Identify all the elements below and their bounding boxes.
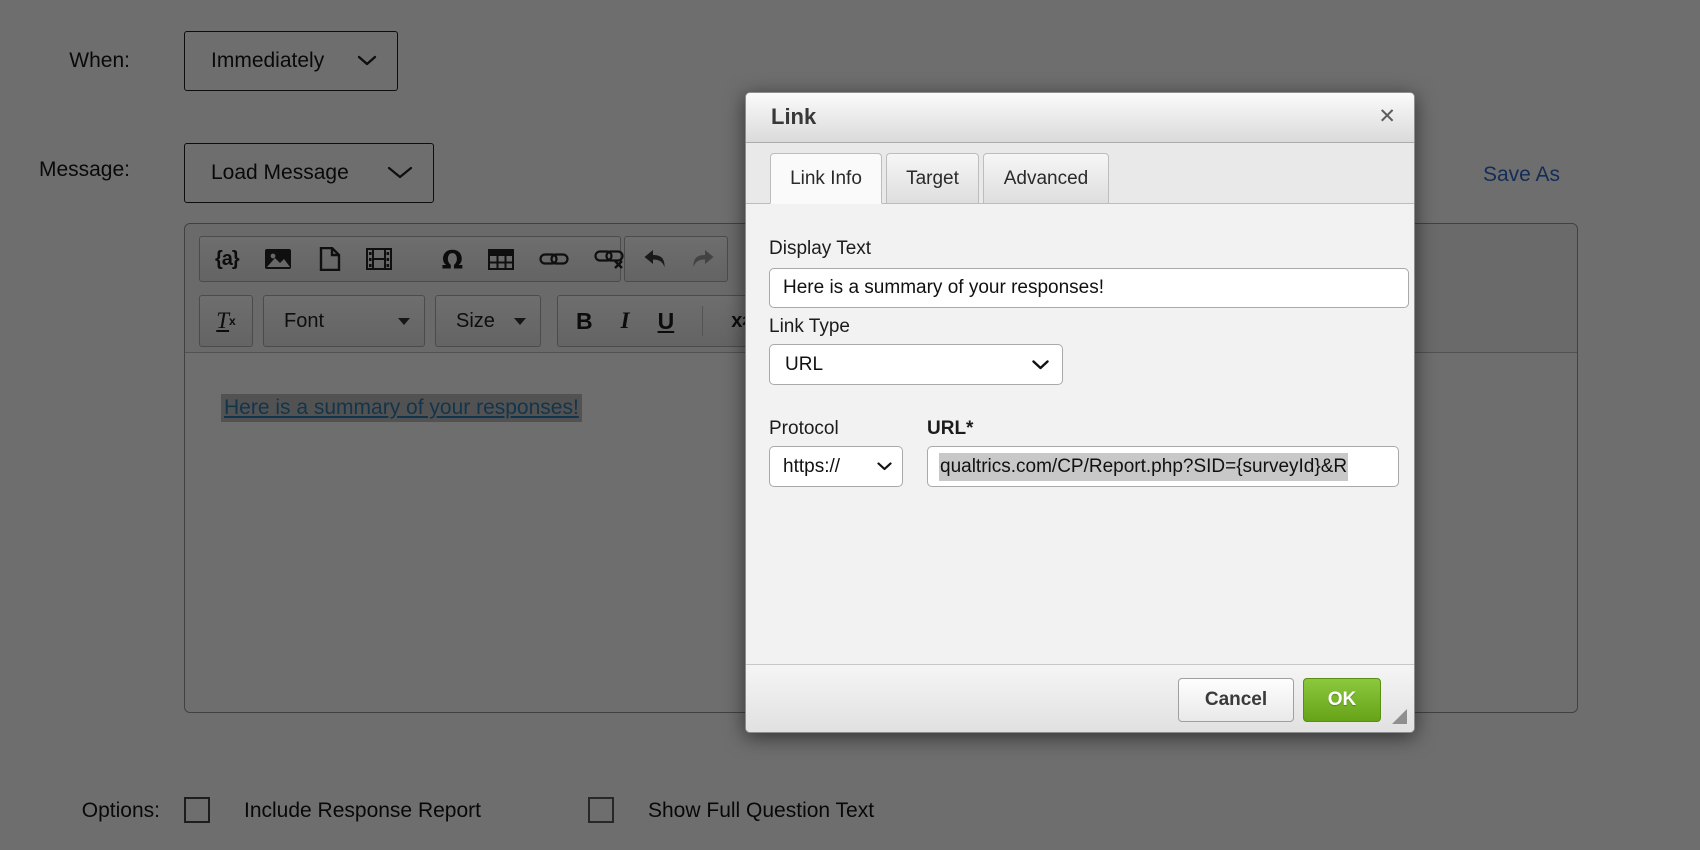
tab-link-info[interactable]: Link Info (770, 153, 882, 204)
tab-target[interactable]: Target (886, 153, 979, 204)
close-icon[interactable]: ✕ (1378, 104, 1396, 129)
link-type-value: URL (770, 354, 823, 376)
cancel-button[interactable]: Cancel (1178, 678, 1294, 722)
link-type-label: Link Type (769, 316, 850, 338)
url-input[interactable]: qualtrics.com/CP/Report.php?SID={surveyI… (927, 446, 1399, 487)
link-dialog: Link ✕ Link Info Target Advanced Display… (745, 92, 1415, 733)
url-selected-text: qualtrics.com/CP/Report.php?SID={surveyI… (939, 453, 1348, 481)
tab-advanced[interactable]: Advanced (983, 153, 1109, 204)
chevron-down-icon (877, 462, 892, 471)
url-label: URL* (927, 418, 973, 440)
chevron-down-icon (1032, 360, 1049, 370)
dialog-tabstrip: Link Info Target Advanced (746, 143, 1414, 204)
dialog-resize-handle[interactable] (1392, 709, 1407, 724)
protocol-value: https:// (770, 456, 840, 478)
protocol-select[interactable]: https:// (769, 446, 903, 487)
protocol-label: Protocol (769, 418, 839, 440)
ok-button[interactable]: OK (1303, 678, 1381, 722)
display-text-label: Display Text (769, 238, 871, 260)
display-text-input[interactable] (769, 268, 1409, 308)
link-type-select[interactable]: URL (769, 344, 1063, 385)
dialog-footer: Cancel OK (746, 664, 1414, 732)
dialog-title: Link (771, 104, 816, 130)
dialog-titlebar[interactable]: Link ✕ (746, 93, 1414, 143)
